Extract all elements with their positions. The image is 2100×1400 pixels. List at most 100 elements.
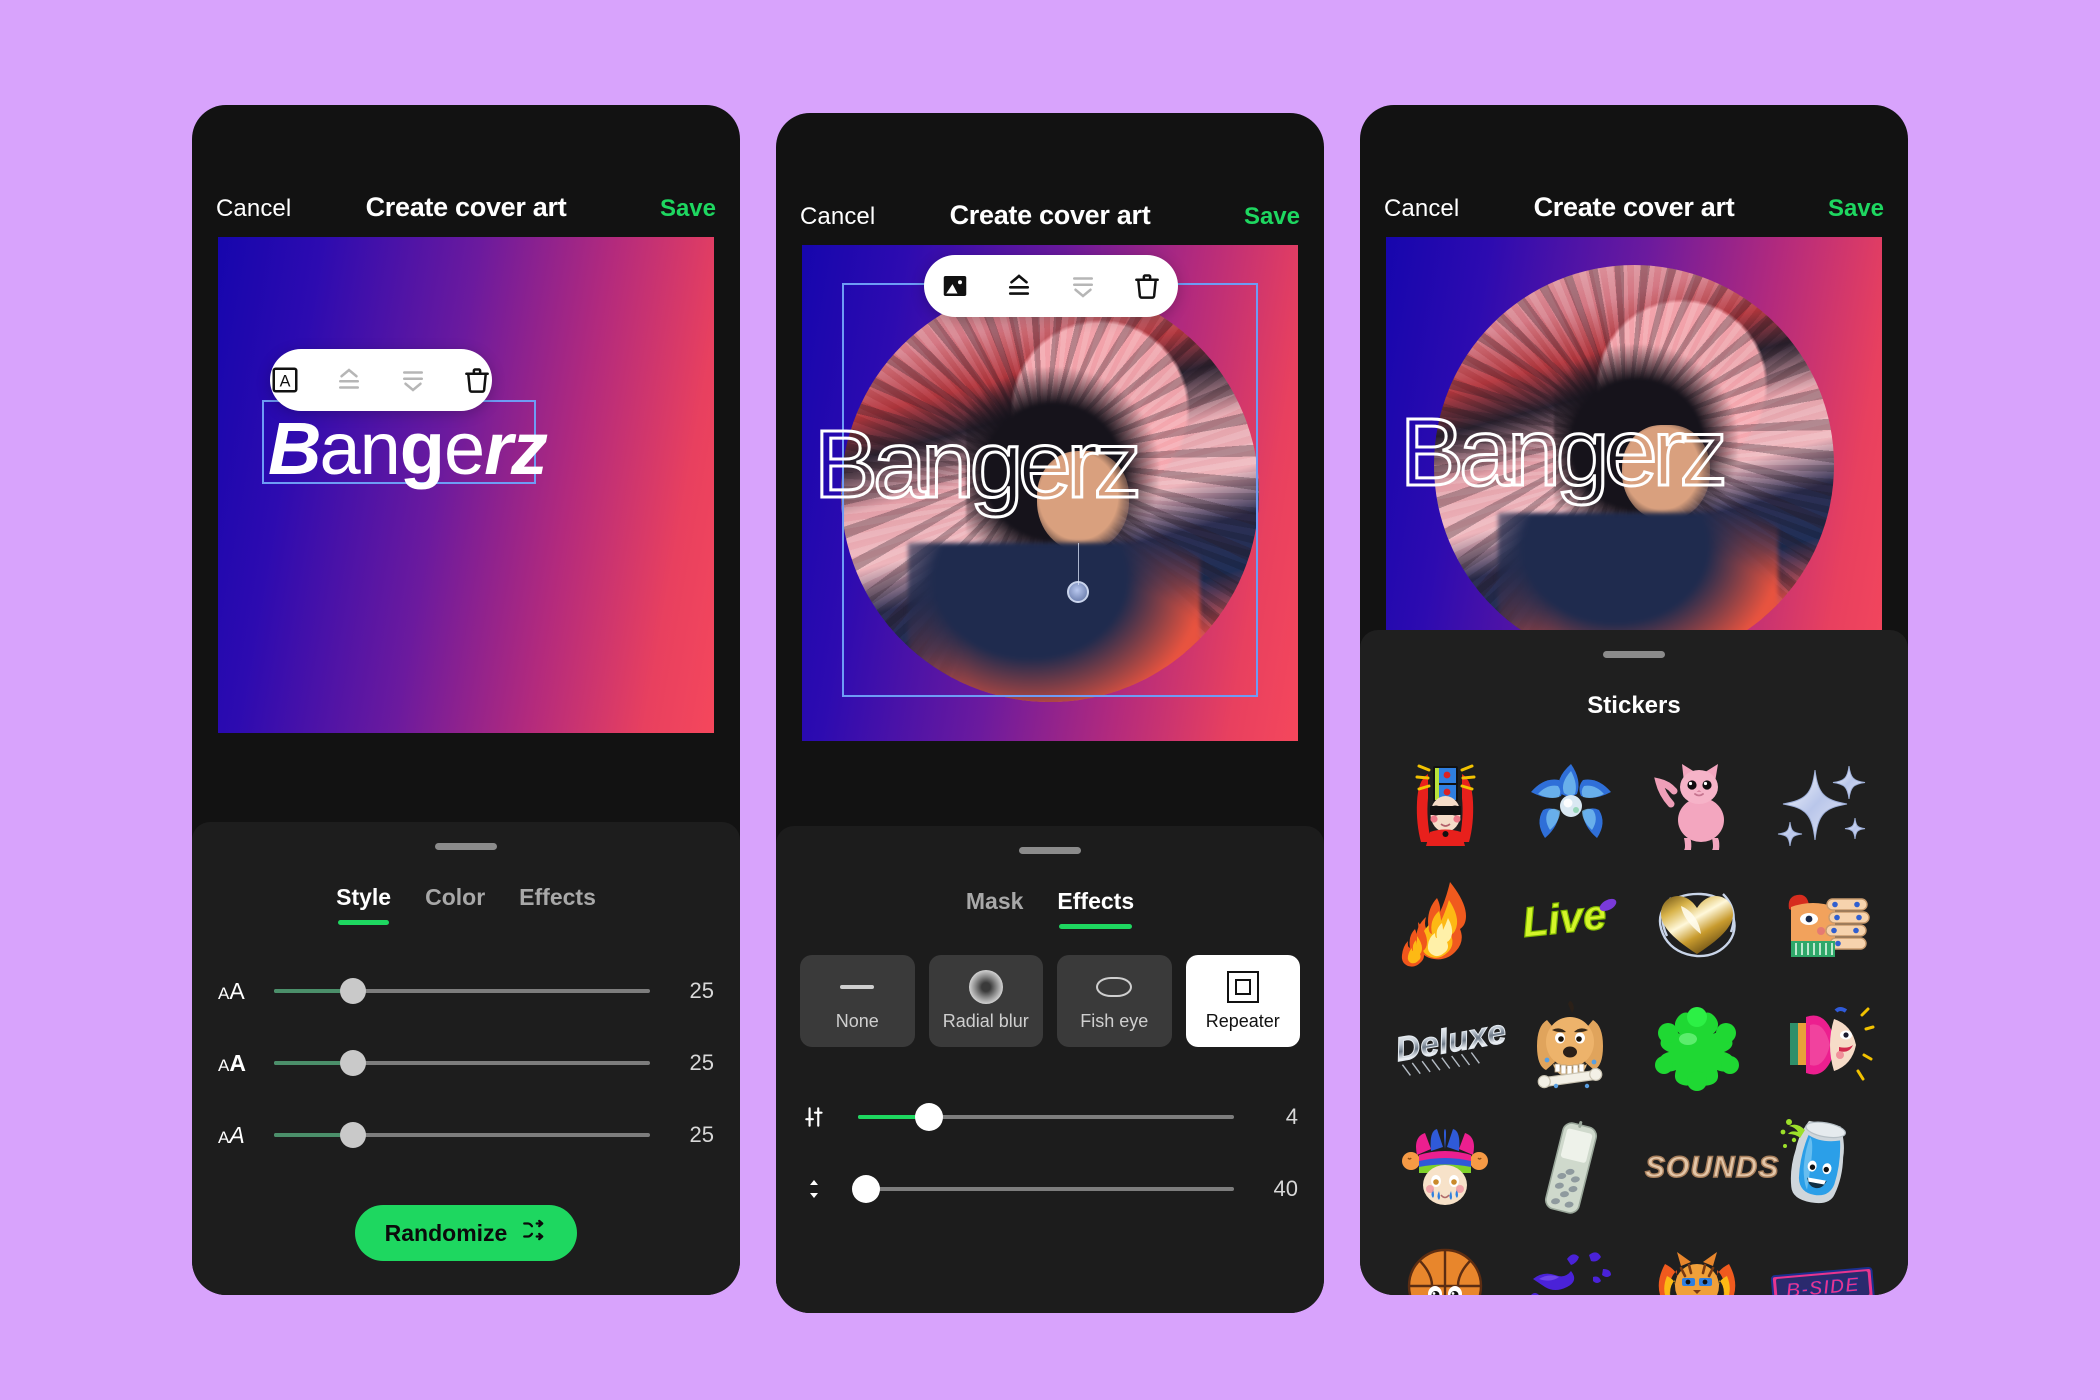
effect-chip-row: None Radial blur Fish eye Repeater: [776, 929, 1324, 1047]
sticker-pink-cat[interactable]: [1634, 746, 1760, 858]
tab-effects[interactable]: Effects: [1057, 888, 1134, 929]
phone-screen-text-style: Cancel Create cover art Save A Bangerz S…: [192, 105, 740, 1295]
repeater-icon: [1226, 970, 1259, 1004]
layer-toolbar: [924, 255, 1178, 317]
slider-track[interactable]: [274, 1122, 650, 1148]
effect-chip-label: None: [835, 1011, 879, 1031]
cover-art-canvas[interactable]: Bangerz: [802, 245, 1298, 741]
text-part-2: an: [319, 407, 400, 490]
sticker-sounds-text[interactable]: SOUNDS: [1634, 1112, 1779, 1224]
sticker-jester-face[interactable]: [1382, 1112, 1508, 1224]
photo-sweater: [907, 543, 1201, 702]
send-backward-icon[interactable]: [1068, 267, 1098, 305]
effects-sheet: Mask Effects None Radial blur Fish eye R…: [776, 826, 1324, 1313]
shuffle-icon: [521, 1217, 547, 1249]
sticker-chrome-text[interactable]: Deluxe: [1382, 990, 1509, 1102]
page-title: Create cover art: [949, 200, 1151, 230]
sticker-basketball-face[interactable]: [1382, 1234, 1508, 1295]
tab-color[interactable]: Color: [425, 884, 485, 925]
slider-track[interactable]: [858, 1103, 1234, 1131]
page-title: Create cover art: [365, 192, 567, 222]
slider-track[interactable]: [274, 978, 650, 1004]
canvas-text-layer[interactable]: Bangerz: [813, 415, 1144, 514]
trash-icon[interactable]: [1132, 267, 1162, 305]
canvas-area: A Bangerz: [192, 237, 740, 733]
text-box-icon[interactable]: A: [270, 361, 300, 399]
canvas-text-layer[interactable]: Bangerz: [1399, 403, 1730, 502]
trash-icon[interactable]: [462, 361, 492, 399]
effect-sliders: 4 40: [776, 1047, 1324, 1225]
tab-effects[interactable]: Effects: [519, 884, 596, 925]
save-button[interactable]: Save: [1244, 203, 1300, 231]
dash-icon: [840, 970, 875, 1004]
svg-text:A: A: [280, 372, 291, 390]
bring-forward-icon[interactable]: [1004, 267, 1034, 305]
stickers-grid: Live Deluxe SOUNDS B-SIDE: [1360, 720, 1908, 1295]
sticker-sparkles[interactable]: [1760, 746, 1886, 858]
sticker-bside-text[interactable]: B-SIDE: [1760, 1234, 1886, 1295]
effect-chip-none[interactable]: None: [800, 955, 915, 1047]
header-bar: Cancel Create cover art Save: [192, 105, 740, 237]
style-sliders: AA 25 AA 25 AA 25: [192, 925, 740, 1171]
slider-repeat-count: 4: [802, 1081, 1298, 1153]
sticker-magenta-face[interactable]: [1760, 990, 1886, 1102]
spacing-icon: [802, 1176, 842, 1202]
slider-value: 4: [1285, 1104, 1298, 1129]
sticker-green-splat[interactable]: [1634, 990, 1760, 1102]
sticker-blue-flower[interactable]: [1508, 746, 1634, 858]
sticker-tiger-flames[interactable]: [1634, 1234, 1760, 1295]
save-button[interactable]: Save: [1828, 195, 1884, 223]
phone-screen-stickers: Cancel Create cover art Save Bangerz Sti…: [1360, 105, 1908, 1295]
cover-art-canvas[interactable]: A Bangerz: [218, 237, 714, 733]
randomize-row: Randomize: [192, 1205, 740, 1261]
header-bar: Cancel Create cover art Save: [776, 113, 1324, 245]
save-button[interactable]: Save: [660, 195, 716, 223]
sticker-face-fingers[interactable]: [1760, 868, 1886, 980]
slider-knob[interactable]: [339, 1122, 366, 1148]
slider-value: 25: [689, 978, 714, 1003]
text-part-3: g: [399, 407, 445, 490]
slider-spacing: 40: [802, 1153, 1298, 1225]
sticker-angry-dog[interactable]: [1508, 990, 1634, 1102]
image-icon[interactable]: [940, 267, 970, 305]
sheet-grabber[interactable]: [1603, 651, 1665, 658]
sticker-purple-splash[interactable]: [1508, 1234, 1634, 1295]
effect-chip-radial-blur[interactable]: Radial blur: [928, 955, 1043, 1047]
header-bar: Cancel Create cover art Save: [1360, 105, 1908, 237]
phone-screen-image-effects: Cancel Create cover art Save Bangerz Mas…: [776, 113, 1324, 1313]
repeat-count-icon: [802, 1104, 842, 1130]
sticker-flip-phone[interactable]: [1508, 1112, 1634, 1224]
sticker-live-text[interactable]: Live: [1508, 868, 1634, 980]
slider-track[interactable]: [274, 1050, 650, 1076]
canvas-text-value: Bangerz: [1399, 399, 1730, 506]
slider-track[interactable]: [851, 1175, 1234, 1203]
style-tabs: Style Color Effects: [192, 884, 740, 925]
effect-chip-fish-eye[interactable]: Fish eye: [1057, 955, 1172, 1047]
sticker-gold-heart[interactable]: [1634, 868, 1760, 980]
slider-knob[interactable]: [851, 1175, 880, 1203]
send-backward-icon[interactable]: [398, 361, 428, 399]
bring-forward-icon[interactable]: [334, 361, 364, 399]
font-width-icon: AA: [218, 977, 245, 1004]
slider-knob[interactable]: [339, 978, 366, 1004]
randomize-button[interactable]: Randomize: [354, 1205, 578, 1261]
chrome-text-glyph: Deluxe: [1393, 1013, 1509, 1070]
canvas-text-layer[interactable]: Bangerz: [268, 412, 548, 486]
style-sheet: Style Color Effects AA 25 AA 25 A A 25 R…: [192, 822, 740, 1295]
sheet-grabber[interactable]: [1019, 847, 1081, 854]
sticker-soda-can[interactable]: [1760, 1112, 1886, 1224]
sticker-fire[interactable]: [1382, 868, 1508, 980]
sheet-grabber[interactable]: [435, 843, 497, 850]
sticker-red-hair-character[interactable]: [1382, 746, 1508, 858]
fish-eye-icon: [1096, 970, 1133, 1004]
effect-chip-repeater[interactable]: Repeater: [1185, 955, 1300, 1047]
font-weight-icon: AA: [218, 1049, 246, 1076]
tab-mask[interactable]: Mask: [966, 888, 1024, 929]
live-text-glyph: Live: [1520, 890, 1608, 946]
slider-knob[interactable]: [915, 1103, 944, 1131]
effect-chip-label: Repeater: [1205, 1011, 1280, 1031]
slider-font-slant: AA 25: [218, 1099, 714, 1171]
tab-style[interactable]: Style: [336, 884, 391, 925]
slider-knob[interactable]: [339, 1050, 366, 1076]
slider-font-weight: AA 25: [218, 1027, 714, 1099]
